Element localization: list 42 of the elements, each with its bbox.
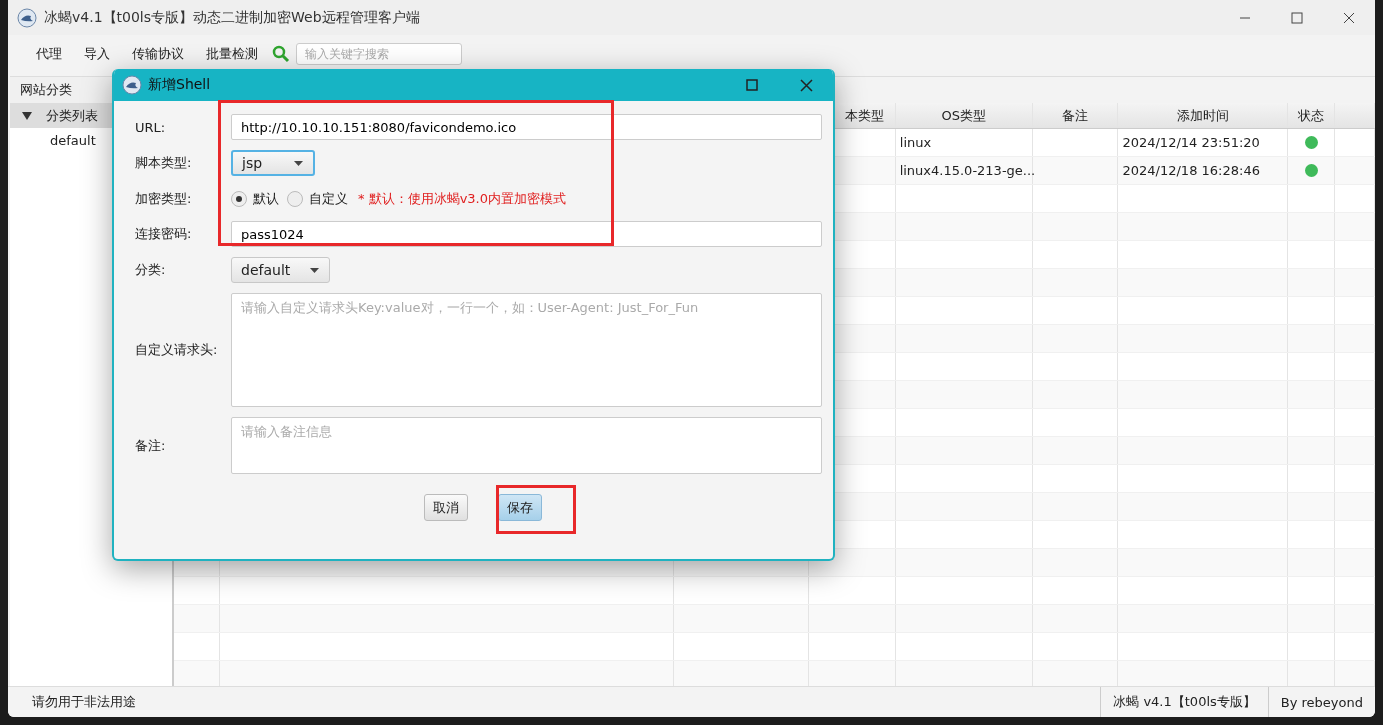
radio-option[interactable]: 自定义 bbox=[287, 189, 348, 208]
maximize-icon[interactable] bbox=[1291, 11, 1303, 24]
hint-text: * 默认：使用冰蝎v3.0内置加密模式 bbox=[358, 189, 566, 208]
app-logo-icon bbox=[122, 75, 142, 95]
search-icon bbox=[272, 44, 290, 63]
dialog-button[interactable]: 保存 bbox=[497, 494, 542, 521]
dropdown[interactable]: default bbox=[231, 257, 330, 283]
field-label: 分类: bbox=[135, 261, 167, 279]
field-label: 连接密码: bbox=[135, 225, 193, 243]
author-text: By rebeyond bbox=[1279, 694, 1364, 710]
table-cell: linux bbox=[899, 135, 932, 150]
field-label: 脚本类型: bbox=[135, 154, 193, 172]
menu-item[interactable]: 批量检测 bbox=[206, 44, 258, 63]
window-title: 冰蝎v4.1【t00ls专版】动态二进制加密Web远程管理客户端 bbox=[44, 8, 420, 27]
field-label: 备注: bbox=[135, 436, 167, 455]
column-header[interactable]: 状态 bbox=[1288, 103, 1336, 128]
text-area[interactable]: 请输入备注信息 bbox=[231, 417, 822, 474]
caret-icon bbox=[310, 267, 319, 273]
status-text: 请勿用于非法用途 bbox=[31, 693, 137, 711]
close-icon[interactable] bbox=[1343, 11, 1355, 24]
table-cell: 2024/12/14 23:51:20 bbox=[1122, 135, 1260, 150]
menu-item[interactable]: 传输协议 bbox=[132, 44, 184, 63]
column-header[interactable]: 备注 bbox=[1032, 103, 1119, 128]
radio-option[interactable]: 默认 bbox=[231, 189, 279, 208]
field-label: 加密类型: bbox=[135, 189, 193, 208]
dialog-button[interactable]: 取消 bbox=[423, 494, 468, 521]
table-cell: 2024/12/18 16:28:46 bbox=[1122, 163, 1260, 178]
field-label: 自定义请求头: bbox=[135, 341, 219, 359]
table-cell: linux4.15.0-213-ge... bbox=[899, 163, 1036, 178]
app-logo-icon bbox=[17, 7, 37, 28]
close-icon[interactable] bbox=[800, 78, 813, 92]
menu-item[interactable]: 导入 bbox=[84, 44, 110, 63]
caret-icon bbox=[294, 160, 303, 166]
column-header[interactable]: 添加时间 bbox=[1118, 103, 1289, 128]
maximize-icon[interactable] bbox=[746, 79, 758, 91]
expand-arrow-icon[interactable] bbox=[22, 112, 32, 120]
search-field[interactable]: 输入关键字搜索 bbox=[296, 42, 462, 65]
version-text: 冰蝎 v4.1【t00ls专版】 bbox=[1100, 687, 1269, 717]
text-field[interactable]: http://10.10.10.151:8080/favicondemo.ico bbox=[231, 114, 822, 140]
column-header[interactable]: OS类型 bbox=[895, 103, 1033, 128]
menu-item[interactable]: 代理 bbox=[36, 44, 62, 63]
dropdown[interactable]: jsp bbox=[231, 150, 315, 176]
